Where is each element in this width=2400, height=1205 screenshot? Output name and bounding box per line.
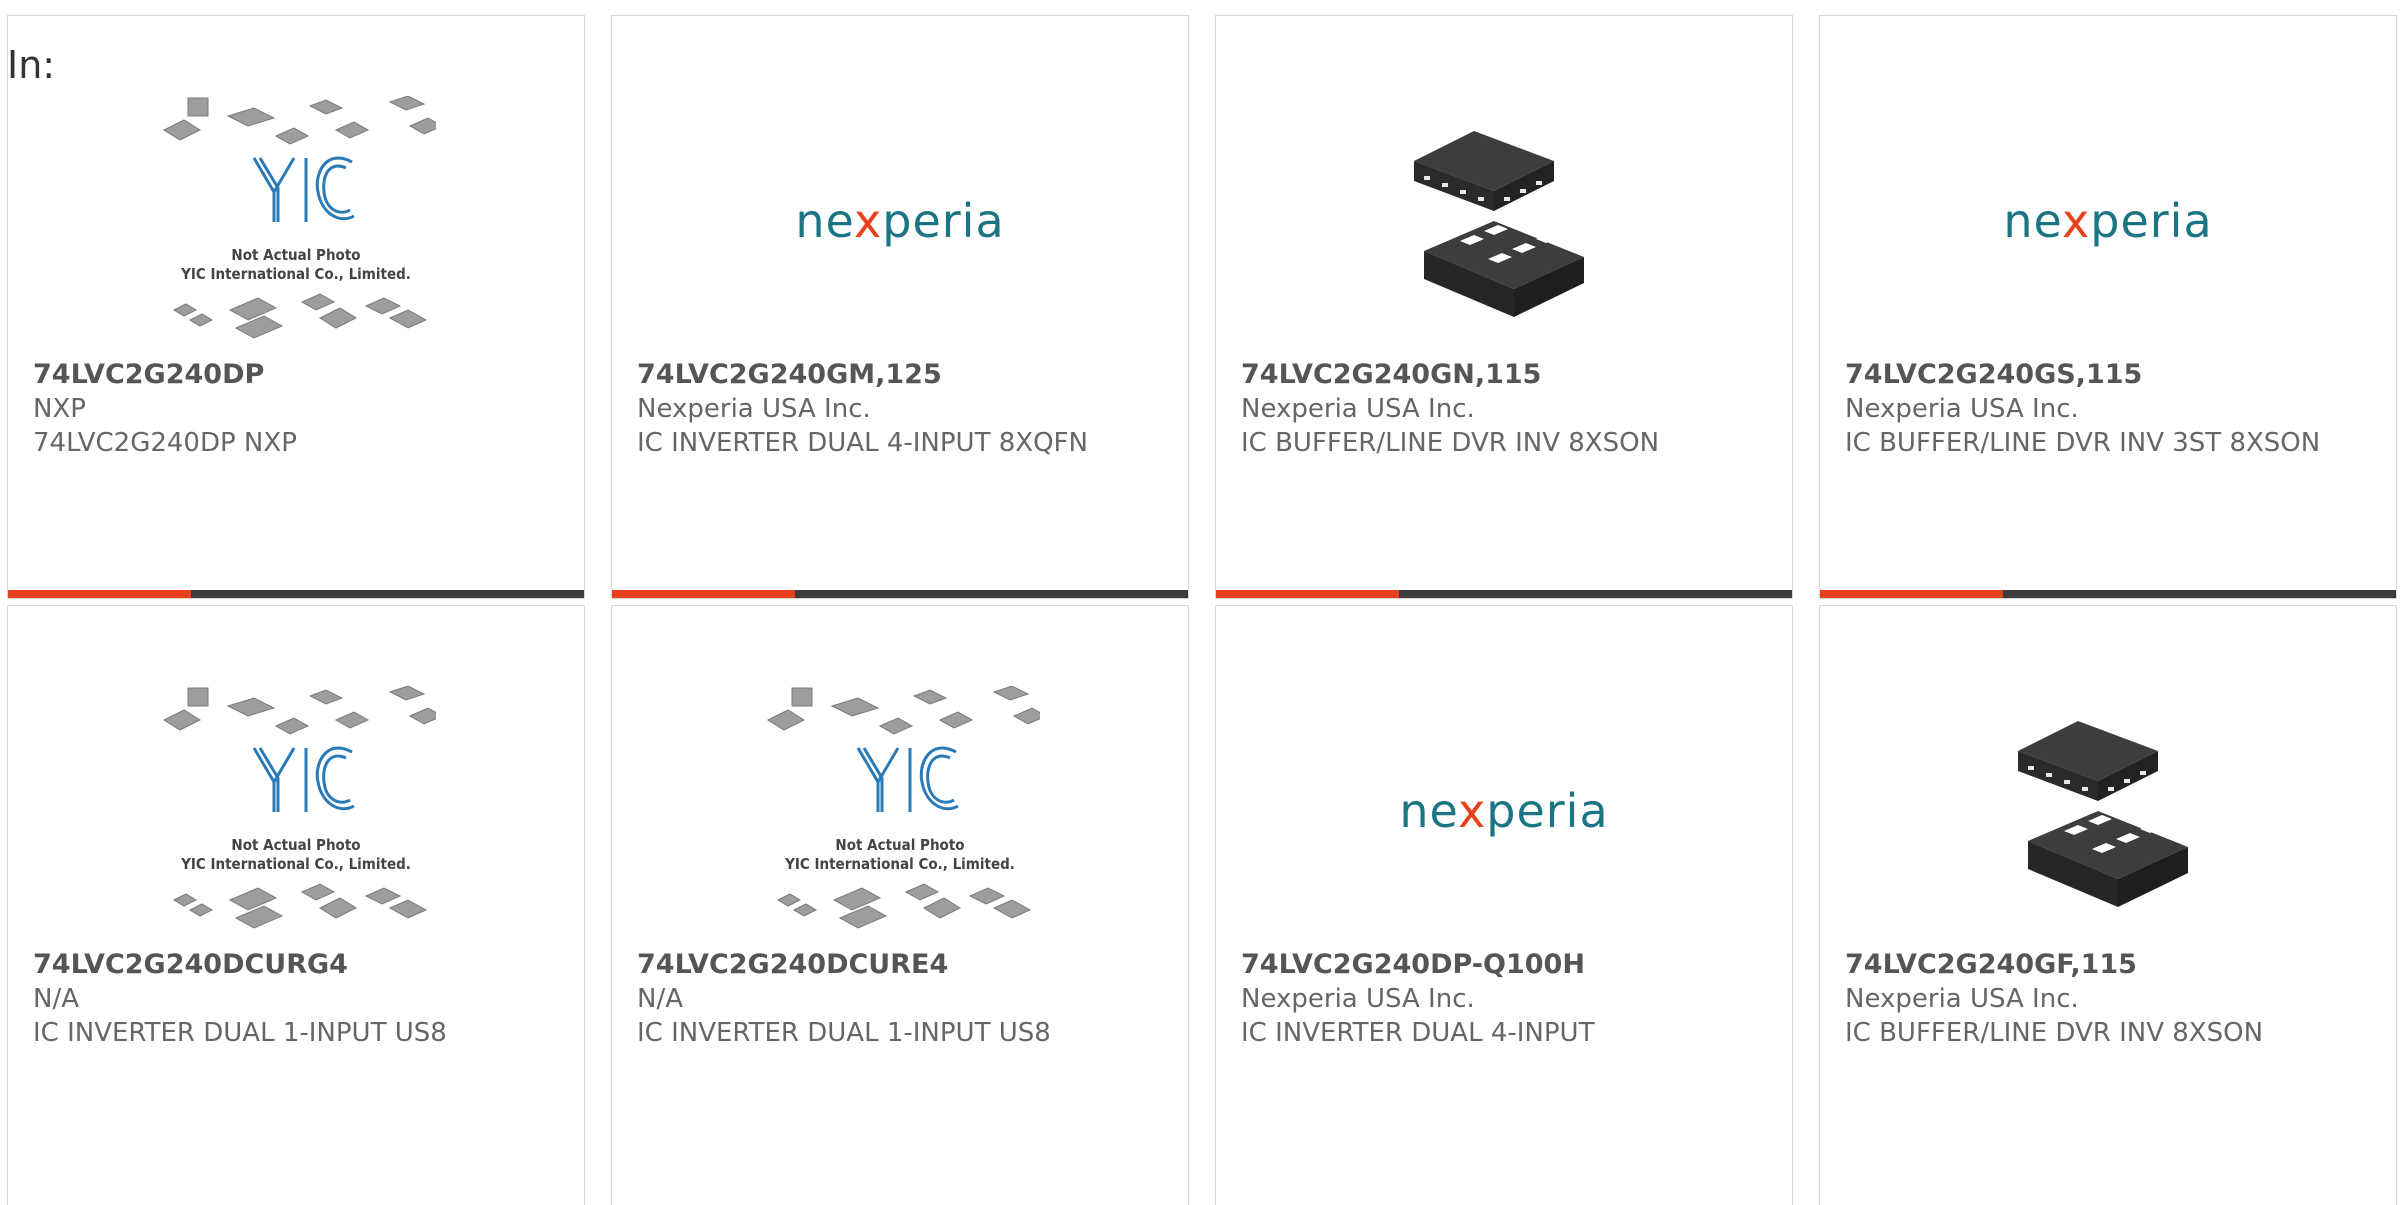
product-thumbnail[interactable]: nexperia	[1820, 86, 2396, 356]
card-footer-bar	[1820, 590, 2396, 598]
product-info: 74LVC2G240DCURE4 N/A IC INVERTER DUAL 1-IN…	[637, 948, 1148, 1050]
chip-xson-icon	[1414, 131, 1584, 317]
part-number-link[interactable]: 74LVC2G240DCURG4	[33, 948, 544, 982]
placeholder-company: YIC International Co., Limited.	[785, 855, 1015, 873]
yic-placeholder-icon	[162, 685, 444, 929]
placeholder-company: YIC International Co., Limited.	[181, 855, 411, 873]
manufacturer: NXP	[33, 394, 86, 424]
manufacturer: N/A	[33, 984, 79, 1014]
part-number-link[interactable]: 74LVC2G240DP-Q100H	[1241, 948, 1752, 982]
product-thumbnail[interactable]: Not Actual Photo YIC International Co., L…	[8, 86, 584, 356]
manufacturer: Nexperia USA Inc.	[1845, 394, 2079, 424]
nexperia-logo: nexperia	[1399, 784, 1609, 838]
product-card[interactable]: nexperia 74LVC2G240DP-Q100H Nexperia USA I…	[1215, 605, 1793, 1205]
card-accent-bar	[612, 590, 795, 598]
product-thumbnail[interactable]: nexperia	[612, 86, 1188, 356]
chip-xson-icon	[2018, 721, 2188, 907]
part-number-link[interactable]: 74LVC2G240GS,115	[1845, 358, 2356, 392]
card-footer-bar	[612, 590, 1188, 598]
description: IC INVERTER DUAL 4-INPUT 8XQFN	[637, 428, 1088, 458]
part-number-link[interactable]: 74LVC2G240GF,115	[1845, 948, 2356, 982]
card-accent-bar	[8, 590, 191, 598]
product-info: 74LVC2G240DCURG4 N/A IC INVERTER DUAL 1-IN…	[33, 948, 544, 1050]
placeholder-company: YIC International Co., Limited.	[181, 265, 411, 283]
product-thumbnail[interactable]: Not Actual Photo YIC International Co., L…	[612, 676, 1188, 946]
part-number-link[interactable]: 74LVC2G240DCURE4	[637, 948, 1148, 982]
yic-placeholder-icon	[162, 95, 444, 339]
nexperia-logo: nexperia	[795, 194, 1005, 248]
card-footer-bar	[1216, 590, 1792, 598]
part-number-link[interactable]: 74LVC2G240GM,125	[637, 358, 1148, 392]
product-card[interactable]: 74LVC2G240GN,115 Nexperia USA Inc. IC BUFF…	[1215, 15, 1793, 599]
description: IC BUFFER/LINE DVR INV 3ST 8XSON	[1845, 428, 2321, 458]
manufacturer: N/A	[637, 984, 683, 1014]
product-thumbnail[interactable]	[1820, 676, 2396, 946]
description: IC INVERTER DUAL 4-INPUT	[1241, 1018, 1595, 1048]
product-thumbnail[interactable]: Not Actual Photo YIC International Co., L…	[8, 676, 584, 946]
placeholder-notice: Not Actual Photo	[231, 836, 361, 854]
product-thumbnail[interactable]: nexperia	[1216, 676, 1792, 946]
description: IC BUFFER/LINE DVR INV 8XSON	[1845, 1018, 2264, 1048]
manufacturer: Nexperia USA Inc.	[1241, 984, 1475, 1014]
product-info: 74LVC2G240DP-Q100H Nexperia USA Inc. IC IN…	[1241, 948, 1752, 1050]
product-info: 74LVC2G240GN,115 Nexperia USA Inc. IC BUFF…	[1241, 358, 1752, 460]
description: 74LVC2G240DP NXP	[33, 428, 297, 458]
product-card[interactable]: nexperia 74LVC2G240GS,115 Nexperia USA Inc…	[1819, 15, 2397, 599]
product-card[interactable]: Not Actual Photo YIC International Co., L…	[611, 605, 1189, 1205]
description: IC INVERTER DUAL 1-INPUT US8	[637, 1018, 1051, 1048]
product-thumbnail[interactable]	[1216, 86, 1792, 356]
manufacturer: Nexperia USA Inc.	[1241, 394, 1475, 424]
yic-placeholder-icon	[766, 685, 1048, 929]
manufacturer: Nexperia USA Inc.	[637, 394, 871, 424]
product-info: 74LVC2G240GF,115 Nexperia USA Inc. IC BUFF…	[1845, 948, 2356, 1050]
card-accent-bar	[1820, 590, 2003, 598]
placeholder-notice: Not Actual Photo	[231, 246, 361, 264]
card-accent-bar	[1216, 590, 1399, 598]
product-card[interactable]: Not Actual Photo YIC International Co., L…	[7, 605, 585, 1205]
card-footer-bar	[8, 590, 584, 598]
product-info: 74LVC2G240DP NXP 74LVC2G240DP NXP	[33, 358, 544, 460]
description: IC BUFFER/LINE DVR INV 8XSON	[1241, 428, 1660, 458]
product-card[interactable]: Not Actual Photo YIC International Co., L…	[7, 15, 585, 599]
part-number-link[interactable]: 74LVC2G240DP	[33, 358, 544, 392]
product-card[interactable]: 74LVC2G240GF,115 Nexperia USA Inc. IC BUFF…	[1819, 605, 2397, 1205]
product-info: 74LVC2G240GM,125 Nexperia USA Inc. IC INVE…	[637, 358, 1148, 460]
filter-label: In:	[7, 43, 56, 87]
product-card[interactable]: nexperia 74LVC2G240GM,125 Nexperia USA Inc…	[611, 15, 1189, 599]
nexperia-logo: nexperia	[2003, 194, 2213, 248]
product-info: 74LVC2G240GS,115 Nexperia USA Inc. IC BUFF…	[1845, 358, 2356, 460]
part-number-link[interactable]: 74LVC2G240GN,115	[1241, 358, 1752, 392]
placeholder-notice: Not Actual Photo	[835, 836, 965, 854]
manufacturer: Nexperia USA Inc.	[1845, 984, 2079, 1014]
description: IC INVERTER DUAL 1-INPUT US8	[33, 1018, 447, 1048]
